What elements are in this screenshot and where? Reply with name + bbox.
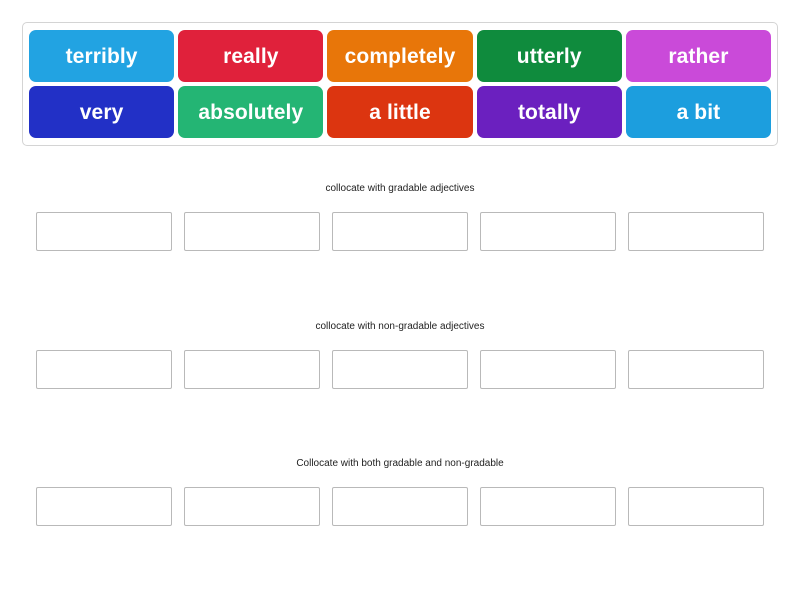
drop-slot[interactable] <box>184 350 320 390</box>
word-bank-row-1: terribly really completely utterly rathe… <box>29 30 772 82</box>
drop-slot[interactable] <box>480 350 616 390</box>
word-tile-label: a little <box>369 100 431 124</box>
drop-slot[interactable] <box>480 212 616 252</box>
word-tile-label: rather <box>668 44 729 68</box>
word-tile-label: terribly <box>65 44 138 68</box>
drop-slot[interactable] <box>332 212 468 252</box>
group-slot-row <box>0 212 800 252</box>
drop-slot[interactable] <box>184 487 320 527</box>
word-tile-completely[interactable]: completely <box>327 30 473 82</box>
activity-canvas: terribly really completely utterly rathe… <box>0 0 800 600</box>
drop-slot[interactable] <box>36 350 172 390</box>
word-tile-utterly[interactable]: utterly <box>476 30 622 82</box>
group-both: Collocate with both gradable and non-gra… <box>0 458 800 527</box>
word-tile-absolutely[interactable]: absolutely <box>178 86 324 138</box>
group-non-gradable: collocate with non-gradable adjectives <box>0 321 800 390</box>
word-bank: terribly really completely utterly rathe… <box>22 22 778 146</box>
word-tile-totally[interactable]: totally <box>476 86 622 138</box>
word-tile-really[interactable]: really <box>178 30 324 82</box>
drop-slot[interactable] <box>628 212 764 252</box>
word-tile-label: really <box>223 44 279 68</box>
word-tile-label: utterly <box>516 44 582 68</box>
word-tile-terribly[interactable]: terribly <box>29 30 175 82</box>
drop-slot[interactable] <box>36 212 172 252</box>
group-gradable: collocate with gradable adjectives <box>0 183 800 252</box>
group-title: Collocate with both gradable and non-gra… <box>296 458 504 469</box>
word-tile-label: absolutely <box>198 100 304 124</box>
drop-slot[interactable] <box>628 487 764 527</box>
word-tile-a-bit[interactable]: a bit <box>625 86 772 138</box>
drop-slot[interactable] <box>332 350 468 390</box>
word-tile-very[interactable]: very <box>29 86 175 138</box>
word-tile-label: a bit <box>676 100 721 124</box>
group-title: collocate with non-gradable adjectives <box>315 321 485 332</box>
word-tile-label: very <box>79 100 124 124</box>
word-tile-label: totally <box>517 100 581 124</box>
group-slot-row <box>0 350 800 390</box>
drop-slot[interactable] <box>184 212 320 252</box>
word-bank-row-2: very absolutely a little totally a bit <box>29 86 772 138</box>
word-tile-rather[interactable]: rather <box>625 30 772 82</box>
group-title: collocate with gradable adjectives <box>325 183 475 194</box>
drop-slot[interactable] <box>36 487 172 527</box>
word-tile-a-little[interactable]: a little <box>327 86 473 138</box>
drop-slot[interactable] <box>628 350 764 390</box>
word-tile-label: completely <box>344 44 456 68</box>
drop-slot[interactable] <box>480 487 616 527</box>
group-slot-row <box>0 487 800 527</box>
drop-slot[interactable] <box>332 487 468 527</box>
